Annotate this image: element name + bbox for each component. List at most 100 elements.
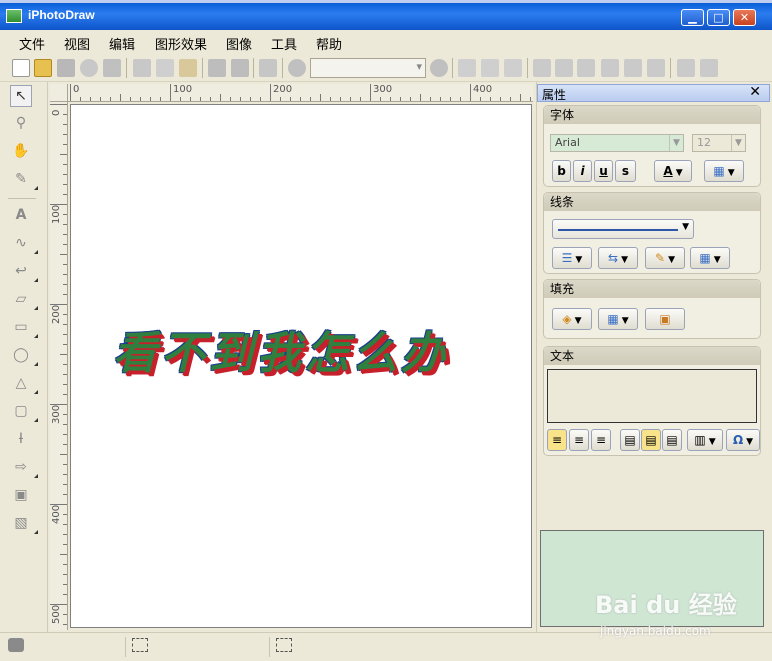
pan-tool-icon[interactable]: ✋ — [10, 140, 32, 162]
fit-height-icon[interactable] — [481, 59, 499, 77]
undo-icon[interactable] — [208, 59, 226, 77]
align-top-icon[interactable] — [601, 59, 619, 77]
zoom-out-icon[interactable] — [288, 59, 306, 77]
valign-middle-button[interactable]: ▤ — [641, 429, 661, 451]
frame-tool-icon[interactable]: ▧ — [10, 512, 38, 534]
fill-color-button[interactable]: ◈ ▼ — [552, 308, 592, 330]
ruler-tick — [220, 94, 221, 101]
properties-panel: 属性 ✕ 字体 Arial ▼ 12 ▼ b i u s A ▼ ▦ ▼ 线条 ▼ … — [536, 82, 770, 632]
copy-icon[interactable] — [156, 59, 174, 77]
close-button[interactable]: ✕ — [733, 9, 756, 26]
new-file-icon[interactable] — [12, 59, 30, 77]
fill-image-button[interactable]: ▣ — [645, 308, 685, 330]
cut-icon[interactable] — [133, 59, 151, 77]
zoom-in-icon[interactable] — [430, 59, 448, 77]
grid-icon: ▦ — [607, 312, 619, 326]
italic-button[interactable]: i — [573, 160, 592, 182]
menu-tools[interactable]: 工具 — [271, 34, 297, 53]
polygon-tool-icon[interactable]: ▱ — [10, 288, 38, 310]
line-weight-button[interactable]: ☰ ▼ — [552, 247, 592, 269]
ungroup-icon[interactable] — [700, 59, 718, 77]
ruler-tick — [63, 384, 67, 385]
zoom-combo[interactable] — [310, 58, 426, 78]
fill-pattern-button[interactable]: ▦ ▼ — [598, 308, 638, 330]
font-color-button[interactable]: A ▼ — [654, 160, 692, 182]
properties-title: 属性 — [542, 88, 567, 102]
ruler-tick — [100, 97, 101, 101]
align-right-button[interactable]: ≡ — [591, 429, 611, 451]
ruler-tick — [200, 97, 201, 101]
ruler-tick — [360, 97, 361, 101]
fill-group: 填充 ◈ ▼ ▦ ▼ ▣ — [543, 279, 761, 339]
strikethrough-button[interactable]: s — [615, 160, 636, 182]
align-center-icon[interactable] — [555, 59, 573, 77]
text-tool-icon[interactable]: A — [10, 204, 32, 226]
text-input[interactable] — [547, 369, 757, 423]
menu-view[interactable]: 视图 — [64, 34, 90, 53]
font-family-select[interactable]: Arial ▼ — [550, 134, 684, 152]
image-tool-icon[interactable]: ▣ — [10, 484, 32, 506]
ruler-tick — [490, 97, 491, 101]
drawing-canvas[interactable]: 看不到我怎么办 — [70, 104, 532, 628]
arrow-tool-icon[interactable]: ⇨ — [10, 456, 38, 478]
triangle-tool-icon[interactable]: △ — [10, 372, 38, 394]
text-path-tool-icon[interactable]: Ɨ — [10, 428, 32, 450]
special-char-button[interactable]: Ω ▼ — [726, 429, 760, 451]
properties-close-icon[interactable]: ✕ — [749, 84, 761, 100]
curve-tool-icon[interactable]: ↩ — [10, 260, 38, 282]
align-left-button[interactable]: ≡ — [547, 429, 567, 451]
arrow-style-button[interactable]: ⇆ ▼ — [598, 247, 638, 269]
select-tool-icon[interactable]: ↖ — [10, 85, 32, 107]
menu-edit[interactable]: 编辑 — [109, 34, 135, 53]
font-size-select[interactable]: 12 ▼ — [692, 134, 746, 152]
align-middle-icon[interactable] — [624, 59, 642, 77]
line-color-button[interactable]: ✎ ▼ — [645, 247, 685, 269]
font-color-icon: A — [663, 164, 673, 178]
minimize-button[interactable]: ▁ — [681, 9, 704, 26]
crop-icon[interactable] — [259, 59, 277, 77]
text-group-title: 文本 — [544, 347, 760, 365]
valign-top-button[interactable]: ▤ — [620, 429, 640, 451]
group-icon[interactable] — [677, 59, 695, 77]
status-cell — [126, 637, 270, 657]
align-bottom-icon[interactable] — [647, 59, 665, 77]
underline-button[interactable]: u — [594, 160, 613, 182]
fit-width-icon[interactable] — [458, 59, 476, 77]
print-icon[interactable] — [103, 59, 121, 77]
menu-help[interactable]: 帮助 — [316, 34, 342, 53]
ruler-tick — [60, 354, 67, 355]
ruler-tick — [63, 344, 67, 345]
menu-graphic-effects[interactable]: 图形效果 — [155, 34, 207, 53]
freehand-tool-icon[interactable]: ∿ — [10, 232, 38, 254]
align-left-icon[interactable] — [533, 59, 551, 77]
redo-icon[interactable] — [231, 59, 249, 77]
text-border-button[interactable]: ▦ ▼ — [704, 160, 744, 182]
publish-icon[interactable] — [80, 59, 98, 77]
align-center-button[interactable]: ≡ — [569, 429, 589, 451]
line-style-select[interactable]: ▼ — [552, 219, 694, 239]
ruler-tick — [63, 424, 67, 425]
zoom-tool-icon[interactable]: ⚲ — [10, 112, 32, 134]
valign-bottom-button[interactable]: ▤ — [662, 429, 682, 451]
wordart-text[interactable]: 看不到我怎么办 — [113, 317, 449, 381]
open-folder-icon[interactable] — [34, 59, 52, 77]
menu-file[interactable]: 文件 — [19, 34, 45, 53]
ruler-tick — [63, 114, 67, 115]
align-right-icon[interactable] — [577, 59, 595, 77]
ruler-tick — [130, 97, 131, 101]
save-icon[interactable] — [57, 59, 75, 77]
ruler-tick — [460, 97, 461, 101]
ruler-label: 0 — [51, 109, 62, 116]
ruler-tick — [190, 97, 191, 101]
menu-image[interactable]: 图像 — [226, 34, 252, 53]
paste-icon[interactable] — [179, 59, 197, 77]
ellipse-tool-icon[interactable]: ◯ — [10, 344, 38, 366]
callout-tool-icon[interactable]: ▢ — [10, 400, 38, 422]
fit-page-icon[interactable] — [504, 59, 522, 77]
text-frame-button[interactable]: ▥ ▼ — [687, 429, 723, 451]
line-pattern-button[interactable]: ▦ ▼ — [690, 247, 730, 269]
maximize-button[interactable]: □ — [707, 9, 730, 26]
node-tool-icon[interactable]: ✎ — [10, 168, 38, 190]
rectangle-tool-icon[interactable]: ▭ — [10, 316, 38, 338]
bold-button[interactable]: b — [552, 160, 571, 182]
